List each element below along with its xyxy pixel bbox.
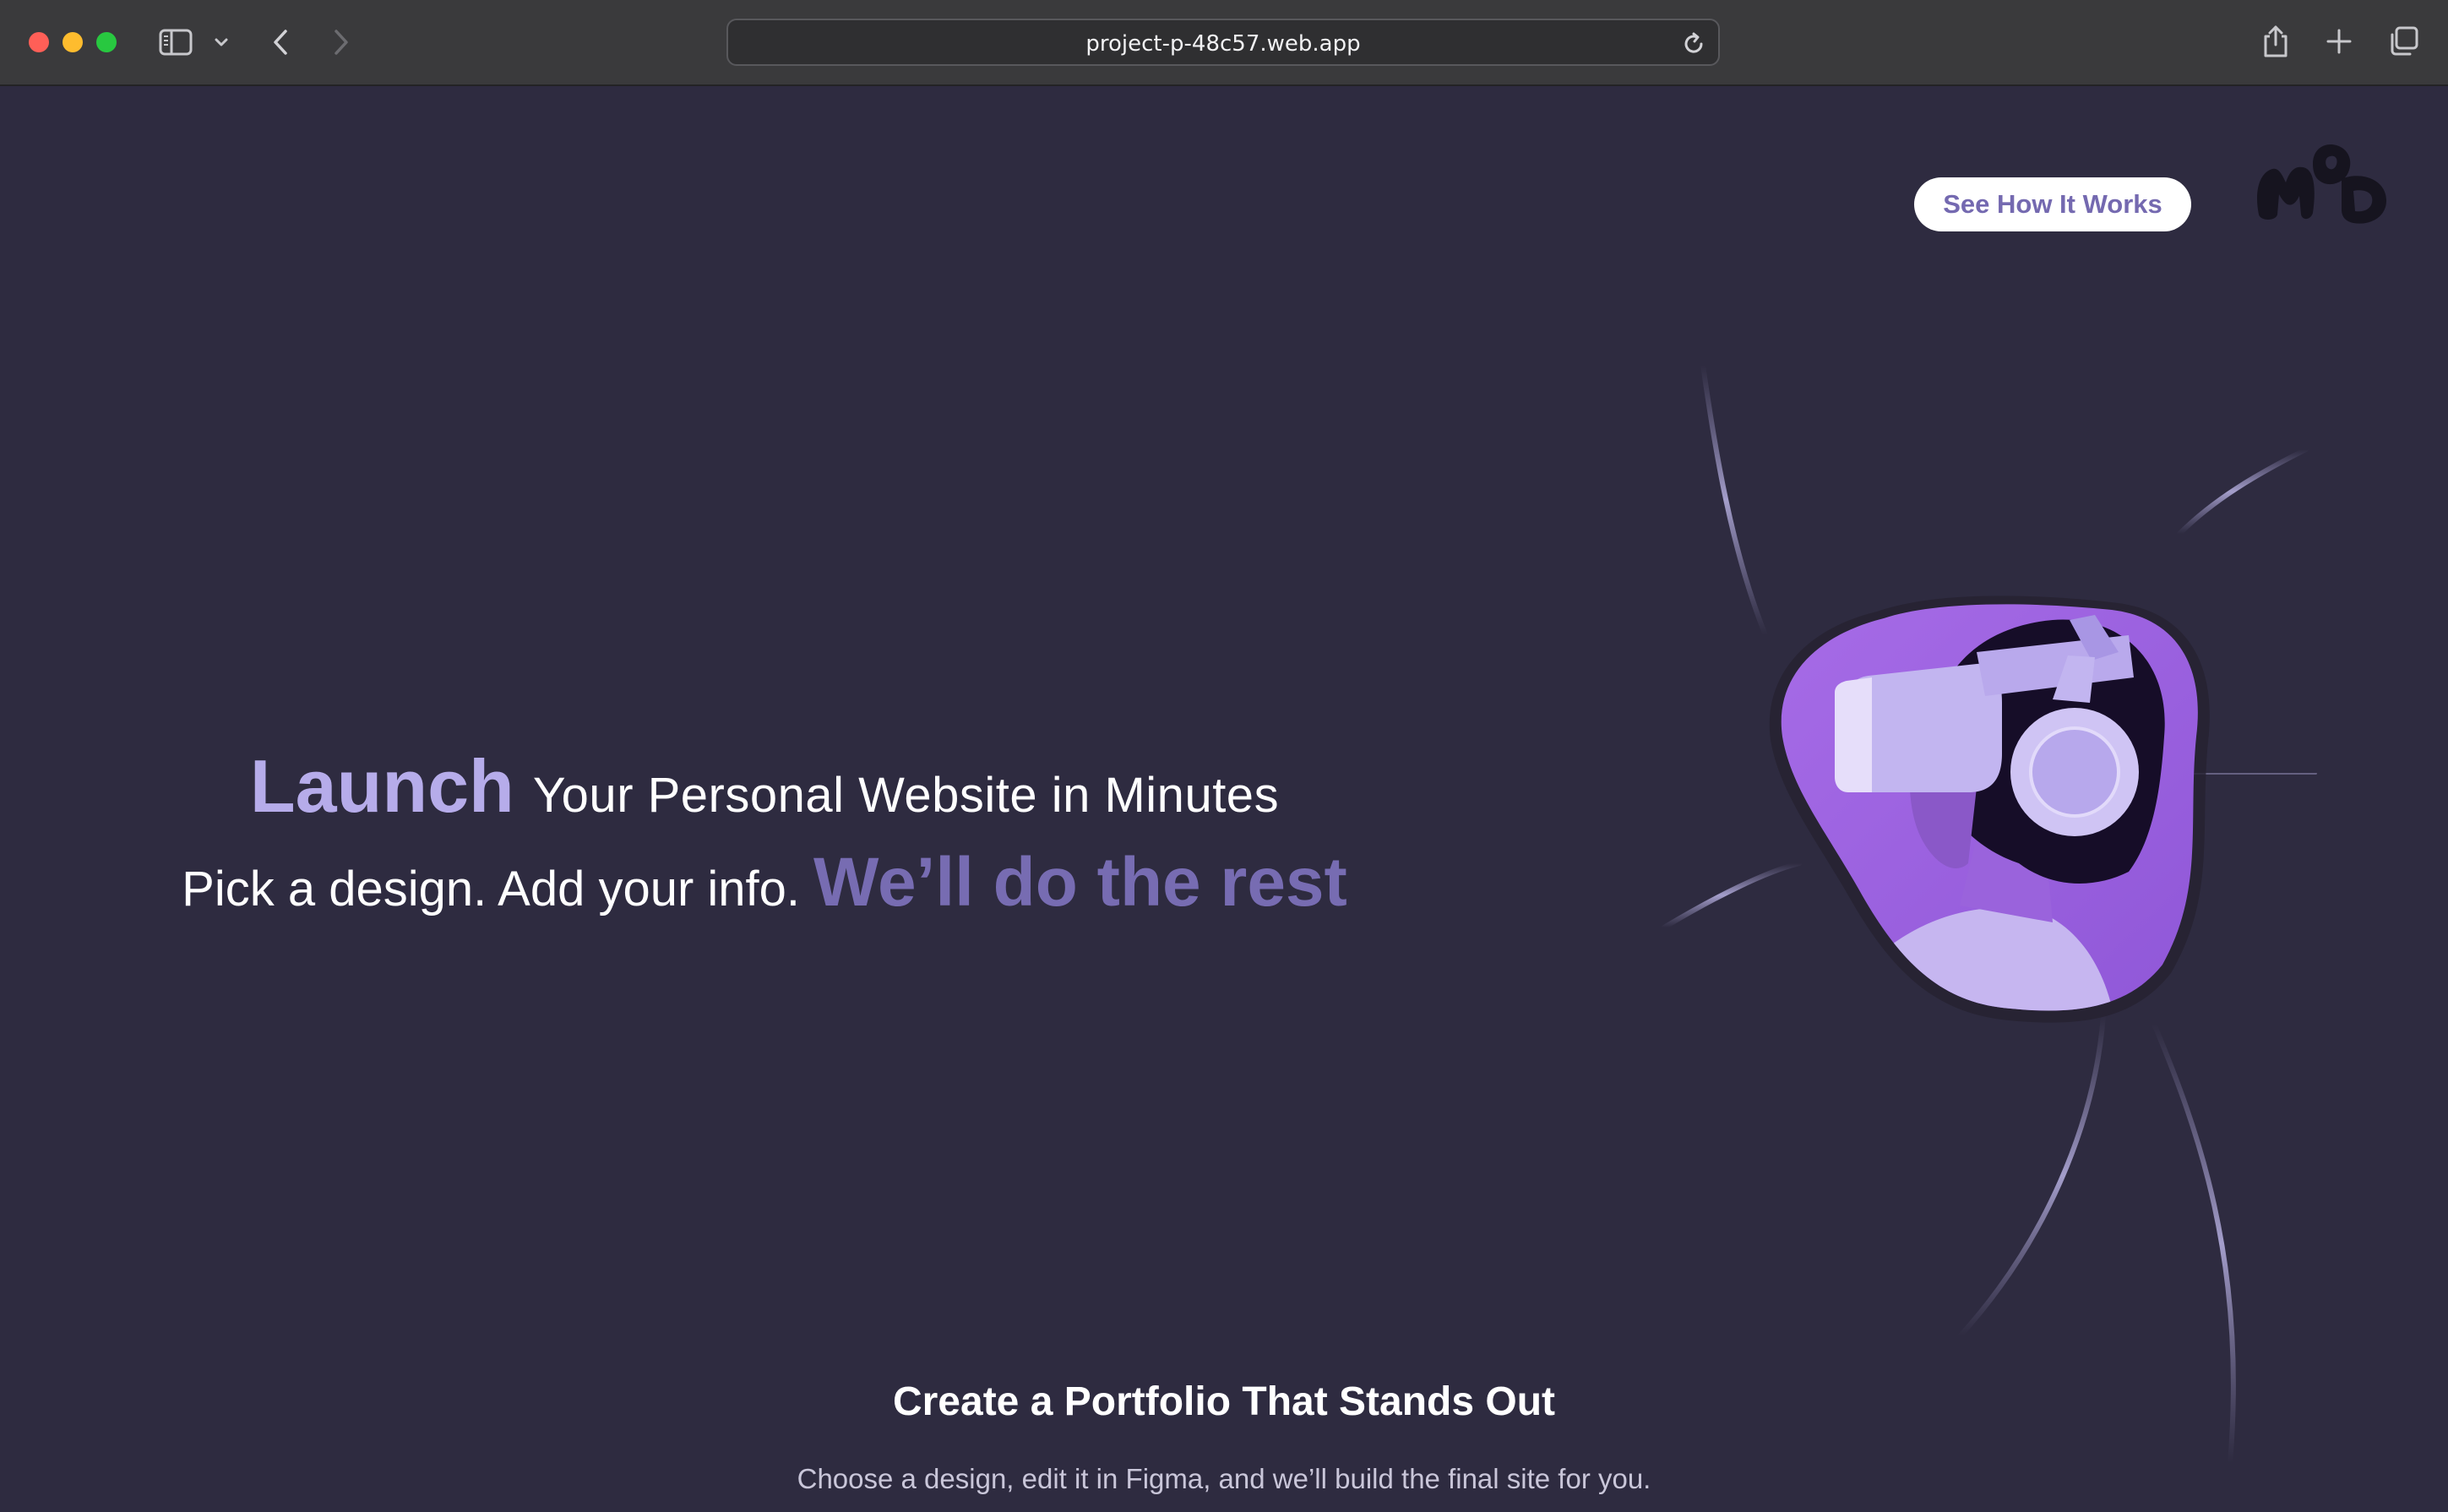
section-title: Create a Portfolio That Stands Out <box>892 1379 1556 1424</box>
headline-rest: Your Personal Website in Minutes <box>532 768 1280 823</box>
chevron-down-icon[interactable] <box>213 34 230 51</box>
mod-logo[interactable] <box>2254 139 2389 226</box>
headline-launch: Launch <box>249 744 514 828</box>
see-how-it-works-button[interactable]: See How It Works <box>1914 177 2191 231</box>
tabs-overview-icon[interactable] <box>2387 25 2419 57</box>
chevron-left-icon[interactable] <box>269 27 294 57</box>
subline-accent: We’ll do the rest <box>813 844 1347 921</box>
close-window-button[interactable] <box>29 32 49 52</box>
sidebar-icon[interactable] <box>159 29 193 56</box>
hero-illustration <box>1662 362 2317 1466</box>
share-icon[interactable] <box>2260 24 2291 59</box>
hero-headline: Launch Your Personal Website in Minutes <box>0 743 1529 829</box>
plus-icon[interactable] <box>2325 27 2353 56</box>
minimize-window-button[interactable] <box>63 32 83 52</box>
url-text: project-p-48c57.web.app <box>1085 31 1361 57</box>
chevron-right-icon[interactable] <box>328 27 353 57</box>
hero-subline: Pick a design. Add your info. We’ll do th… <box>0 843 1529 922</box>
section-subtitle: Choose a design, edit it in Figma, and w… <box>797 1463 1651 1494</box>
zoom-window-button[interactable] <box>96 32 117 52</box>
page-content: See How It Works Launch Your Personal We… <box>0 86 2448 1512</box>
browser-toolbar: project-p-48c57.web.app <box>0 0 2448 86</box>
address-bar[interactable]: project-p-48c57.web.app <box>726 19 1720 66</box>
reload-icon[interactable] <box>1681 31 1706 57</box>
subline-plain: Pick a design. Add your info. <box>182 862 801 916</box>
